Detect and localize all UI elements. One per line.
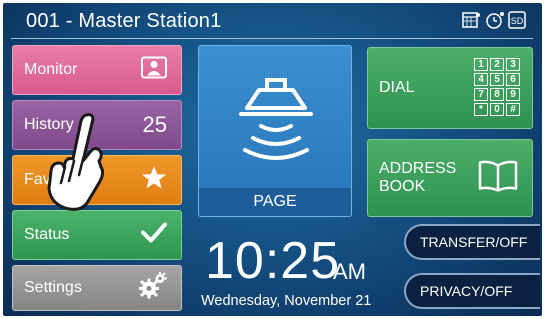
sd-card-label: SD bbox=[511, 16, 524, 26]
pointing-hand-icon bbox=[43, 111, 107, 222]
status-icons: SD bbox=[462, 11, 526, 29]
keypad-key: # bbox=[506, 103, 520, 116]
sd-card-icon: SD bbox=[508, 11, 526, 29]
dial-label: DIAL bbox=[379, 79, 415, 96]
transfer-toggle[interactable]: TRANSFER/OFF bbox=[404, 224, 540, 260]
screen-frame: 001 - Master Station1 SD Monitor History… bbox=[3, 3, 542, 316]
monitor-camera-icon bbox=[141, 56, 167, 84]
star-icon bbox=[141, 165, 167, 196]
book-icon bbox=[478, 160, 518, 197]
schedule-icon bbox=[462, 11, 482, 29]
dial-button[interactable]: DIAL 1 2 3 4 5 6 7 8 9 * 0 # bbox=[367, 47, 533, 129]
timer-icon bbox=[485, 11, 505, 29]
keypad-key: 9 bbox=[506, 88, 520, 101]
speaker-broadcast-icon bbox=[237, 78, 315, 175]
clock-time: 10:25 bbox=[205, 232, 341, 290]
monitor-button[interactable]: Monitor bbox=[12, 45, 182, 95]
keypad-key: 6 bbox=[506, 73, 520, 86]
status-label: Status bbox=[24, 226, 70, 243]
privacy-toggle[interactable]: PRIVACY/OFF bbox=[404, 273, 540, 309]
address-book-label-line1: ADDRESS bbox=[379, 160, 457, 177]
check-icon bbox=[141, 222, 167, 249]
clock-date: Wednesday, November 21 bbox=[201, 293, 372, 309]
keypad-key: 2 bbox=[490, 58, 504, 71]
clock-ampm: AM bbox=[333, 259, 366, 284]
keypad-key: 4 bbox=[474, 73, 488, 86]
keypad-key: 3 bbox=[506, 58, 520, 71]
header-divider bbox=[11, 38, 533, 39]
keypad-key: 8 bbox=[490, 88, 504, 101]
page-button[interactable]: PAGE bbox=[198, 45, 352, 217]
keypad-key: * bbox=[474, 103, 488, 116]
keypad-key: 5 bbox=[490, 73, 504, 86]
address-book-label: ADDRESS BOOK bbox=[379, 160, 456, 196]
monitor-label: Monitor bbox=[24, 61, 78, 78]
address-book-label-line2: BOOK bbox=[379, 178, 426, 195]
gears-icon bbox=[137, 272, 167, 305]
page-label: PAGE bbox=[199, 188, 351, 216]
keypad-icon: 1 2 3 4 5 6 7 8 9 * 0 # bbox=[474, 58, 520, 116]
keypad-key: 0 bbox=[490, 103, 504, 116]
settings-button[interactable]: Settings bbox=[12, 265, 182, 311]
station-title: 001 - Master Station1 bbox=[26, 10, 222, 32]
address-book-button[interactable]: ADDRESS BOOK bbox=[367, 139, 533, 217]
header-bar: 001 - Master Station1 SD bbox=[3, 3, 542, 39]
keypad-key: 1 bbox=[474, 58, 488, 71]
settings-label: Settings bbox=[24, 279, 82, 296]
keypad-key: 7 bbox=[474, 88, 488, 101]
history-count-badge: 25 bbox=[142, 112, 167, 137]
